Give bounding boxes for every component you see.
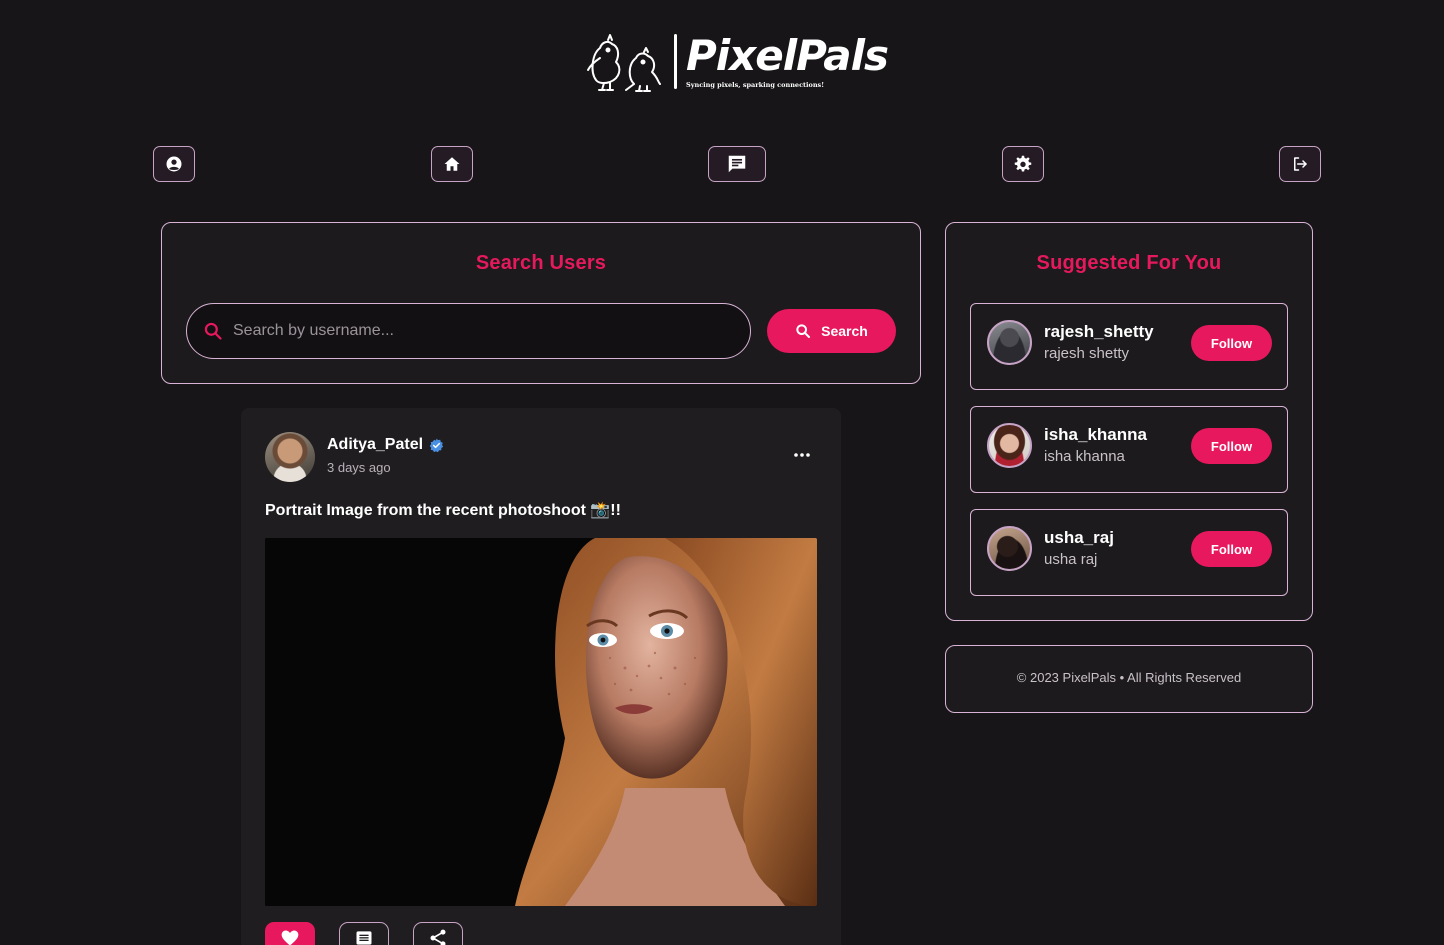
brand-name: PixelPals <box>686 31 889 80</box>
post-image[interactable] <box>265 538 817 906</box>
nav-home-button[interactable] <box>431 146 473 182</box>
post-caption: Portrait Image from the recent photoshoo… <box>265 502 621 519</box>
suggestion-item: isha_khanna isha khanna Follow <box>970 406 1288 493</box>
follow-button[interactable]: Follow <box>1191 531 1272 567</box>
brand-logo[interactable]: PixelPals Syncing pixels, sparking conne… <box>586 30 896 94</box>
comment-button[interactable] <box>339 922 389 945</box>
search-field[interactable] <box>186 303 751 359</box>
nav-logout-button[interactable] <box>1279 146 1321 182</box>
search-users-card: Search Users Search <box>161 222 921 384</box>
logout-icon <box>1294 157 1307 171</box>
like-button[interactable] <box>265 922 315 945</box>
brand-tagline: Syncing pixels, sparking connections! <box>686 81 825 89</box>
suggestion-username[interactable]: isha_khanna <box>1044 425 1147 445</box>
post-timestamp: 3 days ago <box>327 460 391 475</box>
suggestion-avatar[interactable] <box>987 526 1032 571</box>
follow-button[interactable]: Follow <box>1191 325 1272 361</box>
follow-button[interactable]: Follow <box>1191 428 1272 464</box>
birds-logo-icon <box>587 34 661 92</box>
nav-settings-button[interactable] <box>1002 146 1044 182</box>
portrait-photo <box>265 538 817 906</box>
post-author-avatar[interactable] <box>265 432 315 482</box>
search-input[interactable] <box>233 322 713 340</box>
suggestion-username[interactable]: usha_raj <box>1044 528 1114 548</box>
footer-card: © 2023 PixelPals • All Rights Reserved <box>945 645 1313 713</box>
post-author[interactable]: Aditya_Patel <box>327 436 444 454</box>
more-options-icon[interactable] <box>793 448 811 462</box>
home-icon <box>444 157 460 171</box>
logo-divider <box>674 34 677 89</box>
suggestion-name: rajesh shetty <box>1044 345 1130 362</box>
app-root: PixelPals Syncing pixels, sparking conne… <box>0 0 1444 945</box>
share-icon <box>430 929 446 945</box>
share-button[interactable] <box>413 922 463 945</box>
heart-icon <box>281 930 299 945</box>
search-users-title: Search Users <box>475 252 607 274</box>
comment-icon <box>356 931 372 945</box>
suggestion-name: usha raj <box>1044 551 1098 568</box>
suggestion-name: isha khanna <box>1044 448 1125 465</box>
suggestion-item: usha_raj usha raj Follow <box>970 509 1288 596</box>
nav-messages-button[interactable] <box>708 146 766 182</box>
nav-profile-button[interactable] <box>153 146 195 182</box>
suggestion-item: rajesh_shetty rajesh shetty Follow <box>970 303 1288 390</box>
search-icon <box>204 322 222 340</box>
copyright-text: © 2023 PixelPals • All Rights Reserved <box>1016 670 1242 685</box>
suggestions-card: Suggested For You rajesh_shetty rajesh s… <box>945 222 1313 621</box>
search-button[interactable]: Search <box>767 309 896 353</box>
user-circle-icon <box>166 156 182 172</box>
suggestion-username[interactable]: rajesh_shetty <box>1044 322 1154 342</box>
suggestion-avatar[interactable] <box>987 423 1032 468</box>
suggestions-title: Suggested For You <box>1036 252 1222 274</box>
post-author-name: Aditya_Patel <box>327 436 424 453</box>
gear-icon <box>1014 155 1032 172</box>
search-icon <box>796 324 811 338</box>
post-card: Aditya_Patel 3 days ago Portrait Image f… <box>241 408 841 945</box>
search-button-label: Search <box>821 323 868 339</box>
message-icon <box>728 155 746 173</box>
verified-badge-icon <box>429 438 444 452</box>
suggestion-avatar[interactable] <box>987 320 1032 365</box>
